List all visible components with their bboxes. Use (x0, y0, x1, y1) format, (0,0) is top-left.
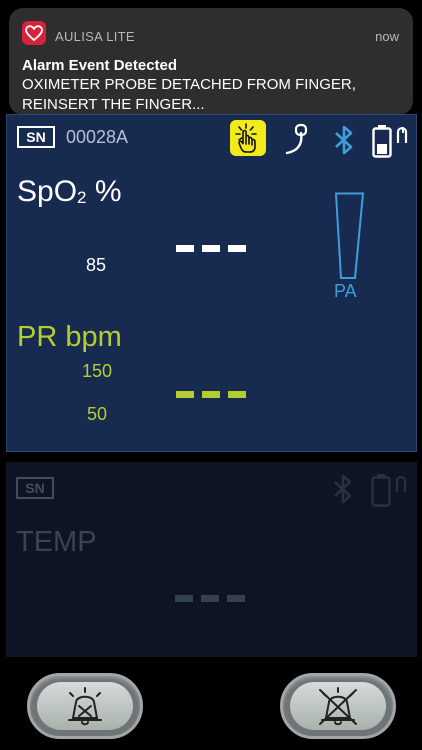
spo2-reading-placeholder (176, 245, 246, 252)
battery-icon (371, 472, 411, 513)
temp-label: TEMP (16, 526, 97, 558)
pr-dash (176, 391, 194, 398)
notification-app-name: AULISA LITE (55, 29, 135, 44)
notification-title: Alarm Event Detected (22, 57, 178, 74)
spo2-dash (176, 245, 194, 252)
serial-number: 00028A (66, 127, 129, 147)
spo2-dash (228, 245, 246, 252)
spo2-label-main: SpO (17, 175, 78, 208)
battery-icon (372, 123, 412, 164)
bluetooth-icon (332, 472, 354, 511)
bluetooth-icon (333, 123, 355, 162)
spo2-label-sub: 2 (77, 188, 87, 207)
spo2-alarm-low: 85 (86, 255, 107, 275)
oximeter-panel[interactable]: SN 00028A SpO2 % 85 PA PR bpm 150 50 (6, 114, 417, 452)
sn-badge: SN (17, 126, 55, 148)
alarm-off-button[interactable] (280, 673, 396, 739)
notification-banner[interactable]: AULISA LITE now Alarm Event Detected OXI… (9, 8, 413, 115)
spo2-label-unit: % (86, 175, 122, 208)
alarm-silence-icon (68, 687, 102, 726)
notification-time: now (375, 29, 399, 44)
alarm-off-icon (319, 687, 357, 726)
spo2-label: SpO2 % (17, 175, 122, 209)
temp-reading-placeholder (175, 595, 245, 602)
pr-alarm-low: 50 (87, 404, 108, 424)
pr-dash (228, 391, 246, 398)
probe-icon (283, 123, 313, 162)
pulse-amplitude-bar (334, 192, 366, 285)
temp-dash (201, 595, 219, 602)
pulse-amplitude-label: PA (334, 281, 357, 301)
temp-dash (175, 595, 193, 602)
heart-icon (22, 21, 46, 45)
spo2-dash (202, 245, 220, 252)
notification-body: OXIMETER PROBE DETACHED FROM FINGER, REI… (22, 76, 356, 113)
temp-dash (227, 595, 245, 602)
temperature-panel[interactable]: SN TEMP (6, 462, 417, 657)
hand-touch-icon[interactable] (230, 120, 266, 156)
pr-alarm-high: 150 (82, 361, 113, 381)
pr-label: PR bpm (17, 321, 122, 353)
pr-reading-placeholder (176, 391, 246, 398)
alarm-silence-button[interactable] (27, 673, 143, 739)
pr-dash (202, 391, 220, 398)
temp-sn-badge: SN (16, 477, 54, 499)
